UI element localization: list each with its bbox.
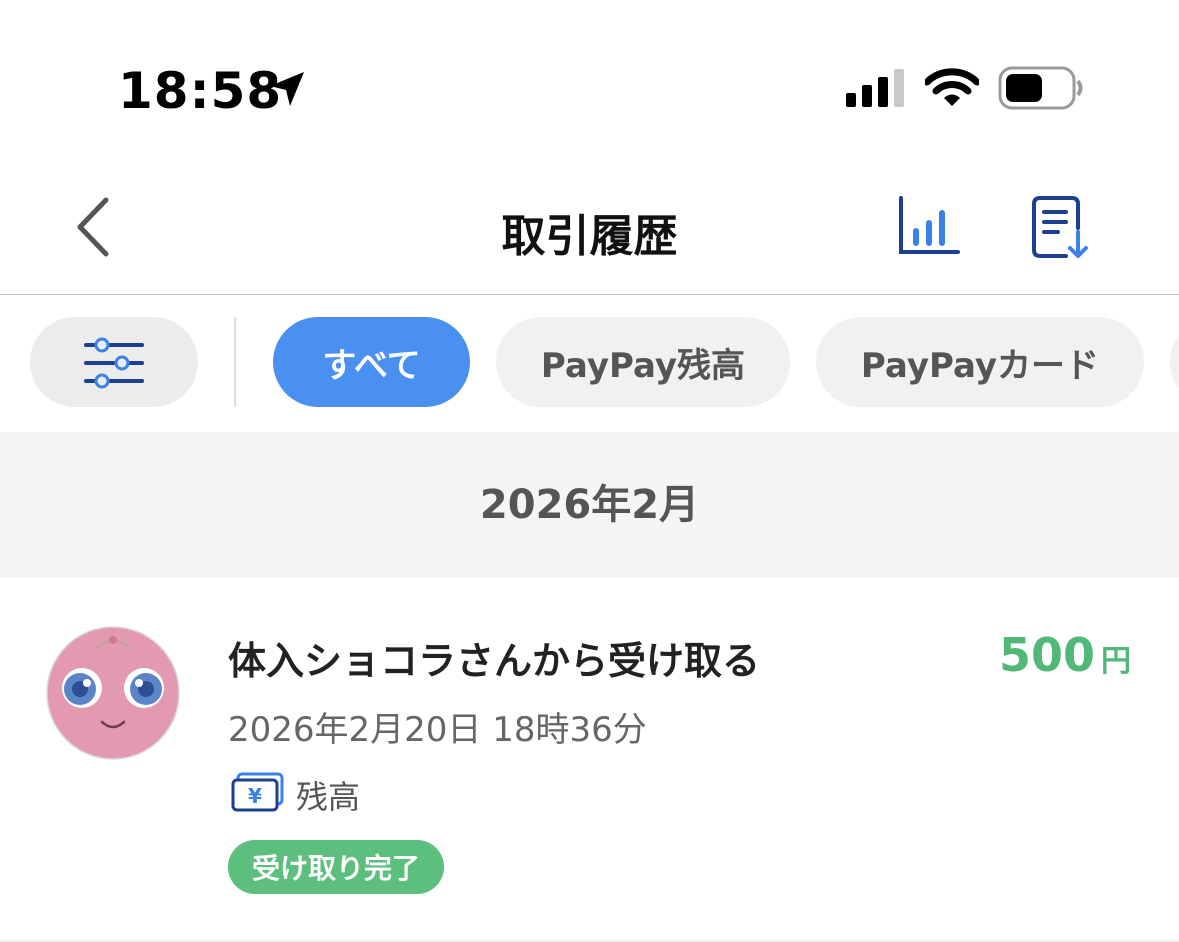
svg-text:¥: ¥: [248, 784, 262, 808]
filter-settings-button[interactable]: [30, 317, 198, 407]
yen-bill-icon: ¥: [231, 772, 284, 812]
amount-currency: 円: [1101, 644, 1131, 679]
chip-paypay-balance[interactable]: PayPay残高: [496, 317, 790, 407]
transaction-history-screen: 18:58 取引履歴 すべて PayPay残高 PayPayカード 2026年2…: [0, 0, 1179, 942]
transaction-datetime: 2026年2月20日 18時36分: [228, 710, 647, 750]
month-label: 2026年2月: [479, 482, 700, 528]
page-title: 取引履歴: [501, 211, 678, 262]
battery-icon: [998, 66, 1083, 110]
amount-value: 500: [998, 628, 1095, 682]
document-download-icon[interactable]: [1030, 194, 1092, 260]
location-arrow-icon: [270, 72, 304, 106]
chip-paypay-card[interactable]: PayPayカード: [816, 317, 1144, 407]
status-bar: 18:58: [0, 0, 1179, 160]
avatar: [46, 626, 180, 760]
filter-row: すべて PayPay残高 PayPayカード: [0, 295, 1179, 430]
filter-divider: [234, 317, 236, 407]
transaction-title: 体入ショコラさんから受け取る: [228, 639, 761, 683]
month-section-header: 2026年2月: [0, 432, 1179, 578]
chip-all[interactable]: すべて: [273, 317, 470, 407]
sliders-icon: [84, 337, 144, 389]
transaction-amount: 500 円: [999, 628, 1131, 682]
cellular-signal-icon: [846, 69, 904, 107]
transaction-row[interactable]: 体入ショコラさんから受け取る 500 円 2026年2月20日 18時36分 ¥ …: [0, 578, 1179, 942]
status-time: 18:58: [118, 62, 283, 120]
status-badge: 受け取り完了: [228, 840, 444, 894]
payment-method-label: 残高: [296, 778, 361, 816]
wifi-icon: [925, 68, 979, 106]
chip-next-partial[interactable]: [1170, 317, 1179, 407]
navigation-header: 取引履歴: [0, 160, 1179, 295]
bar-chart-icon[interactable]: [896, 194, 962, 258]
